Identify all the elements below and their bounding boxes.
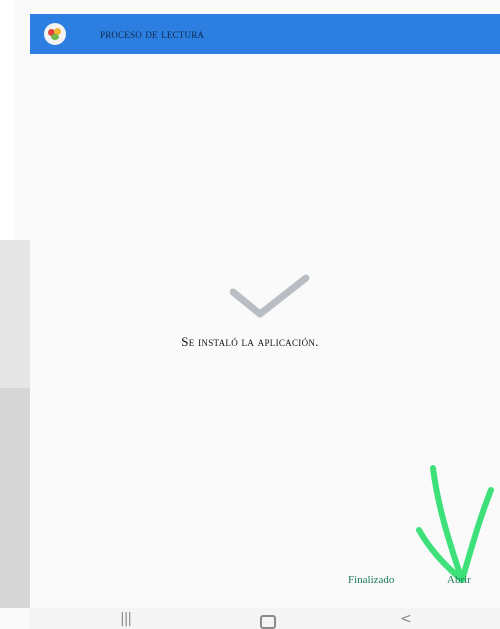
- install-status-message: Se instaló la aplicación.: [181, 334, 319, 349]
- checkmark-icon: [230, 274, 310, 318]
- system-nav-bar: ||| <: [30, 608, 500, 629]
- home-icon[interactable]: [260, 615, 276, 629]
- background-app-edge: [0, 388, 30, 608]
- app-title: proceso de lectura: [100, 26, 205, 41]
- finish-button[interactable]: Finalizado: [348, 574, 394, 586]
- annotation-arrow: [416, 465, 494, 583]
- back-icon[interactable]: <: [400, 612, 412, 626]
- background-app-edge: [0, 240, 30, 388]
- app-logo-icon: [44, 23, 66, 45]
- recents-icon[interactable]: |||: [120, 612, 132, 626]
- background-app-edge: [0, 0, 14, 240]
- app-header: proceso de lectura: [30, 14, 500, 54]
- open-button[interactable]: Abrir: [447, 574, 471, 586]
- install-complete-screen: proceso de lectura Se instaló la aplicac…: [0, 0, 500, 629]
